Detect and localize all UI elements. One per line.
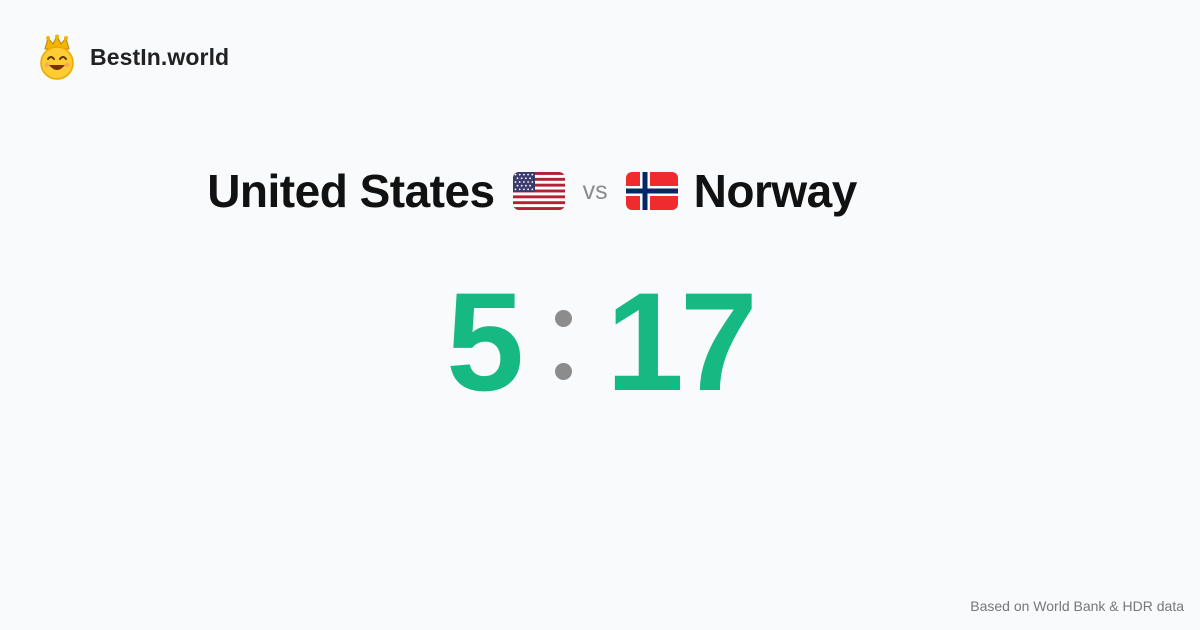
score-separator bbox=[554, 310, 572, 380]
country-matchup: United States vs Norway bbox=[0, 160, 1064, 222]
right-country-name[interactable]: Norway bbox=[694, 164, 858, 218]
colon-dot-bottom bbox=[554, 363, 572, 380]
right-score: 17 bbox=[606, 263, 758, 420]
norway-flag-icon bbox=[625, 172, 678, 210]
left-country-name[interactable]: United States bbox=[207, 164, 495, 218]
data-source-note: Based on World Bank & HDR data bbox=[970, 598, 1184, 614]
score-display: 5 17 bbox=[0, 272, 1200, 412]
us-flag-icon bbox=[512, 172, 565, 210]
colon-dot-top bbox=[554, 310, 572, 327]
crown-smiley-icon bbox=[40, 34, 74, 80]
left-score: 5 bbox=[446, 263, 524, 420]
brand-name: BestIn.world bbox=[90, 43, 230, 70]
brand-header[interactable]: BestIn.world bbox=[38, 34, 229, 80]
vs-label: vs bbox=[582, 176, 608, 205]
